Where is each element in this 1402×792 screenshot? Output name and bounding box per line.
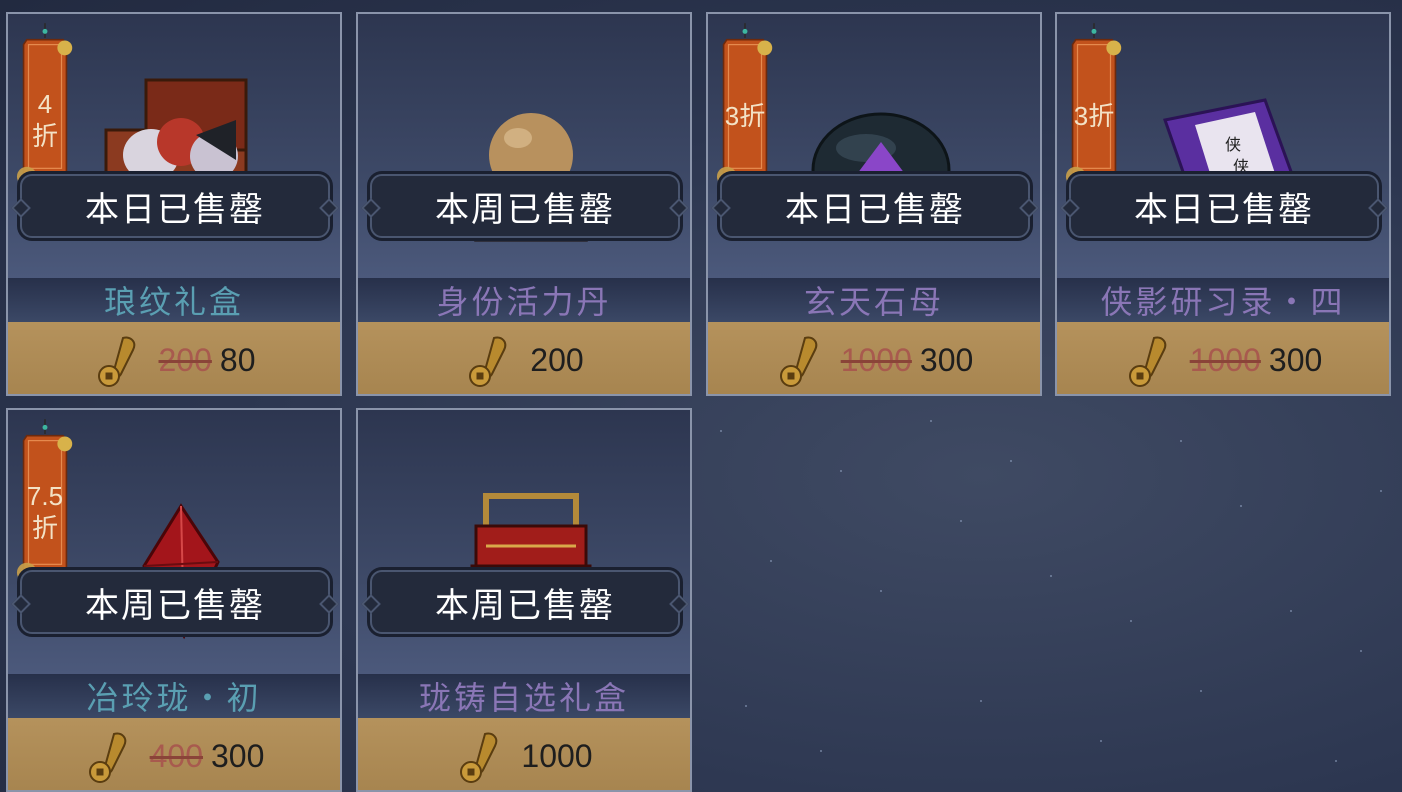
discount-label: 3折 — [724, 101, 766, 131]
current-price: 80 — [219, 341, 256, 378]
original-price: 200 — [158, 341, 212, 378]
shop-card-3[interactable]: 3折 本日已售罄 玄天石母 1000 300 — [706, 12, 1042, 396]
svg-text:侠: 侠 — [1225, 135, 1241, 154]
price-bar[interactable]: 1000 300 — [708, 322, 1040, 394]
shop-card-2[interactable]: 本周已售罄 身份活力丹 200 — [356, 12, 692, 396]
item-name: 珑铸自选礼盒 — [358, 674, 690, 718]
current-price: 200 — [530, 341, 584, 378]
coin-icon — [88, 732, 126, 783]
sold-out-banner: 本周已售罄 — [20, 570, 330, 634]
coin-icon — [779, 336, 817, 387]
discount-label: 7.5 折 — [26, 481, 64, 543]
sold-out-banner: 本周已售罄 — [370, 174, 680, 238]
price-bar[interactable]: 1000 — [358, 718, 690, 790]
price-bar[interactable]: 1000 300 — [1057, 322, 1389, 394]
item-name: 琅纹礼盒 — [8, 278, 340, 322]
sold-out-banner: 本日已售罄 — [720, 174, 1030, 238]
item-name: 玄天石母 — [708, 278, 1040, 322]
item-name: 身份活力丹 — [358, 278, 690, 322]
price-bar[interactable]: 400 300 — [8, 718, 340, 790]
current-price: 300 — [1268, 341, 1323, 378]
shop-card-1[interactable]: 4 折 本日已售罄 琅纹礼盒 200 80 — [6, 12, 342, 396]
original-price: 1000 — [840, 341, 912, 378]
item-name: 冶玲珑・初 — [8, 674, 340, 718]
current-price: 300 — [919, 341, 974, 378]
sold-out-banner: 本日已售罄 — [1069, 174, 1379, 238]
shop-card-6[interactable]: 本周已售罄 珑铸自选礼盒 1000 — [356, 408, 692, 792]
coin-icon — [460, 732, 498, 783]
discount-label: 3折 — [1073, 101, 1115, 131]
coin-icon — [97, 336, 135, 387]
sold-out-banner: 本日已售罄 — [20, 174, 330, 238]
original-price: 1000 — [1189, 341, 1261, 378]
coin-icon — [469, 336, 507, 387]
coin-icon — [1128, 336, 1166, 387]
shop-card-4[interactable]: 侠 侠 传 3折 本日已售罄 侠影研习录・四 1000 300 — [1055, 12, 1391, 396]
item-name: 侠影研习录・四 — [1057, 278, 1389, 322]
price-bar[interactable]: 200 — [358, 322, 690, 394]
original-price: 400 — [149, 737, 203, 774]
price-bar[interactable]: 200 80 — [8, 322, 340, 394]
shop-card-5[interactable]: 7.5 折 本周已售罄 冶玲珑・初 400 300 — [6, 408, 342, 792]
current-price: 1000 — [521, 737, 593, 774]
current-price: 300 — [211, 737, 265, 774]
discount-label: 4 折 — [31, 89, 58, 151]
sold-out-banner: 本周已售罄 — [370, 570, 680, 634]
